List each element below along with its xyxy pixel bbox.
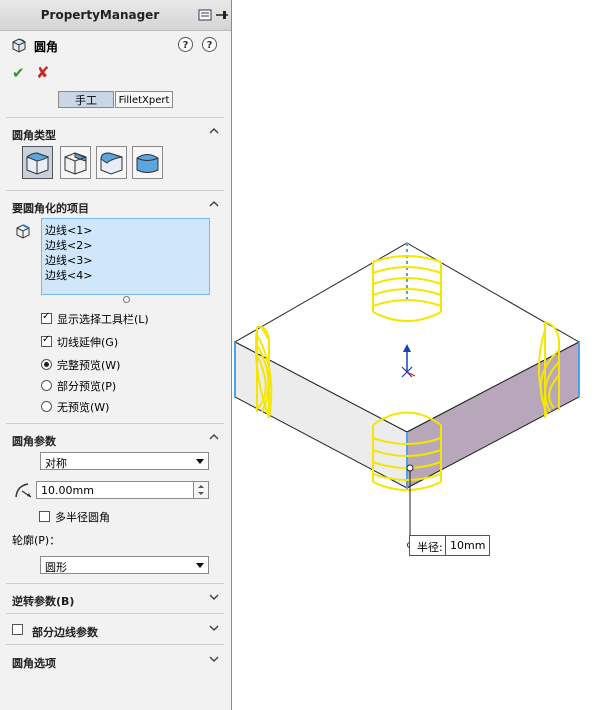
list-item[interactable]: 边线<2> [45, 237, 92, 253]
fillet-type-face-button[interactable] [96, 146, 127, 179]
pin-icon[interactable] [215, 9, 229, 21]
chevron-up-icon[interactable] [209, 126, 219, 136]
feature-title: 圆角 [34, 40, 59, 54]
section-partial-edge-header[interactable]: 部分边线参数 [0, 620, 231, 642]
dropdown-arrow-icon [196, 563, 204, 568]
divider [6, 613, 224, 614]
tab-manual[interactable]: 手工 [58, 91, 114, 108]
divider [6, 423, 224, 424]
full-round-fillet-icon [136, 154, 159, 173]
section-setback-header[interactable]: 逆转参数(B) [0, 589, 231, 611]
face-fillet-icon [100, 152, 123, 175]
chevron-up-icon[interactable] [209, 432, 219, 442]
section-label: 圆角类型 [12, 129, 56, 142]
tangent-propagation-label: 切线延伸(G) [57, 336, 119, 349]
multi-radius-checkbox[interactable] [39, 511, 50, 522]
section-params-header[interactable]: 圆角参数 [0, 429, 231, 451]
partial-preview-radio[interactable] [41, 380, 52, 391]
variable-fillet-icon [64, 152, 87, 175]
partial-preview-label: 部分预览(P) [57, 380, 117, 393]
tab-filletxpert[interactable]: FilletXpert [115, 91, 173, 108]
graphics-viewport[interactable] [232, 0, 600, 710]
radius-callout[interactable]: 半径: 10mm [409, 535, 490, 556]
fillet-feature-icon [12, 38, 26, 53]
show-toolbar-label: 显示选择工具栏(L) [57, 313, 149, 326]
section-options-header[interactable]: 圆角选项 [0, 651, 231, 673]
property-manager-panel: PropertyManager 圆角 ? ? ✔ ✘ 手工 FilletXper… [0, 0, 232, 710]
list-item[interactable]: 边线<1> [45, 222, 92, 238]
section-label: 要圆角化的项目 [12, 202, 89, 215]
divider [6, 583, 224, 584]
profile-select[interactable]: 圆形 [40, 556, 209, 574]
divider [6, 644, 224, 645]
fillet-type-variable-button[interactable] [60, 146, 91, 179]
full-preview-label: 完整预览(W) [57, 359, 121, 372]
dropdown-arrow-icon [196, 459, 204, 464]
show-toolbar-checkbox[interactable] [41, 311, 52, 324]
fillet-type-constant-button[interactable] [22, 146, 53, 179]
constant-fillet-icon [26, 152, 50, 175]
callout-label: 半径: [417, 541, 443, 554]
panel-title: PropertyManager [40, 8, 160, 22]
tangent-propagation-checkbox[interactable] [41, 334, 52, 347]
fillet-type-full-round-button[interactable] [132, 146, 163, 179]
radius-icon [15, 483, 32, 498]
divider [6, 190, 224, 191]
callout-value: 10mm [450, 539, 486, 552]
panel-header: PropertyManager [0, 0, 231, 31]
callout-anchor[interactable] [406, 464, 414, 472]
select-value: 对称 [45, 457, 67, 470]
chevron-down-icon[interactable] [209, 654, 219, 664]
help-button[interactable]: ? [178, 37, 193, 52]
edge-selection-icon [16, 224, 30, 239]
section-label: 部分边线参数 [32, 626, 98, 639]
no-preview-label: 无预览(W) [57, 401, 110, 414]
no-preview-radio[interactable] [41, 401, 52, 412]
ok-check-icon[interactable]: ✔ [12, 64, 25, 82]
chevron-down-icon[interactable] [209, 623, 219, 633]
partial-edge-checkbox[interactable] [12, 624, 23, 635]
list-item[interactable]: 边线<4> [45, 267, 92, 283]
chevron-up-icon[interactable] [209, 199, 219, 209]
resize-handle[interactable] [123, 296, 130, 303]
radius-input[interactable]: 10.00mm [36, 481, 194, 499]
section-label: 圆角参数 [12, 435, 56, 448]
feature-title-row: 圆角 ? ? [10, 36, 222, 56]
select-value: 圆形 [45, 561, 67, 574]
selected-edges-list[interactable]: 边线<1> 边线<2> 边线<3> 边线<4> [41, 218, 210, 295]
spinner-arrows-icon [198, 485, 204, 495]
radius-value: 10.00mm [41, 484, 94, 497]
multi-radius-label: 多半径圆角 [55, 511, 110, 524]
full-preview-radio[interactable] [41, 359, 52, 370]
section-fillet-type-header[interactable]: 圆角类型 [0, 123, 231, 145]
section-label: 圆角选项 [12, 657, 56, 670]
cancel-x-icon[interactable]: ✘ [36, 63, 49, 82]
detailed-help-button[interactable]: ? [202, 37, 217, 52]
section-label: 逆转参数(B) [12, 595, 75, 608]
profile-label: 轮廓(P)： [12, 534, 61, 547]
chevron-down-icon[interactable] [209, 592, 219, 602]
divider [6, 117, 224, 118]
fillet-method-select[interactable]: 对称 [40, 452, 209, 470]
radius-spinner[interactable] [193, 481, 209, 499]
callout-value-field[interactable]: 10mm [445, 536, 490, 555]
section-items-header[interactable]: 要圆角化的项目 [0, 196, 231, 218]
list-item[interactable]: 边线<3> [45, 252, 92, 268]
panel-menu-icon[interactable] [198, 9, 212, 21]
